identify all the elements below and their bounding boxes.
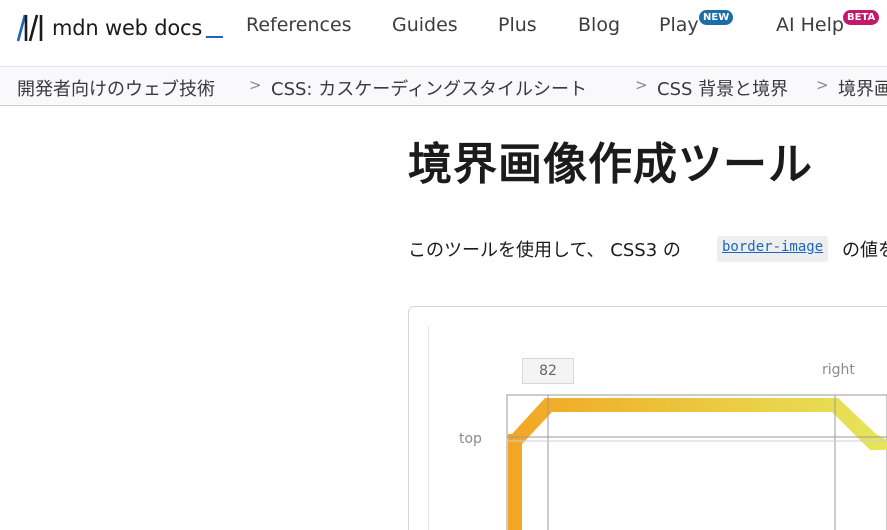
intro-text: このツールを使用して、 CSS3 の: [408, 240, 681, 261]
border-image-shape: [508, 398, 887, 530]
beta-badge: BETA: [843, 10, 880, 25]
logo-text: mdn web docs: [52, 16, 203, 40]
border-image-preview[interactable]: [500, 390, 887, 530]
nav-ai-help[interactable]: AI Help: [776, 14, 844, 36]
border-image-code-link[interactable]: border-image: [717, 236, 829, 262]
nav-guides[interactable]: Guides: [392, 14, 458, 36]
top-header: mdn web docs References Guides Plus Blog…: [0, 0, 887, 52]
nav-play[interactable]: Play: [659, 14, 699, 36]
label-top: top: [459, 431, 482, 447]
chevron-right-icon: >: [249, 76, 262, 94]
nav-plus[interactable]: Plus: [498, 14, 537, 36]
breadcrumb-item-css[interactable]: CSS: カスケーディングスタイルシート: [271, 75, 587, 101]
label-right: right: [822, 362, 855, 378]
mdn-logo-icon: [16, 14, 43, 42]
chevron-right-icon: >: [816, 76, 829, 94]
tool-divider: [428, 326, 429, 530]
breadcrumb-item-web-tech[interactable]: 開発者向けのウェブ技術: [17, 75, 215, 101]
breadcrumb-item-backgrounds-borders[interactable]: CSS 背景と境界: [657, 75, 788, 101]
chevron-right-icon: >: [635, 76, 648, 94]
preview-outline: [506, 394, 887, 530]
breadcrumb: 開発者向けのウェブ技術 > CSS: カスケーディングスタイルシート > CSS…: [0, 66, 887, 106]
nav-references[interactable]: References: [246, 14, 352, 36]
logo-cursor: [206, 36, 224, 38]
intro-text-tail: の値を: [842, 240, 887, 261]
mdn-logo[interactable]: mdn web docs: [16, 12, 224, 44]
breadcrumb-item-current[interactable]: 境界画: [838, 75, 887, 101]
nav-blog[interactable]: Blog: [578, 14, 620, 36]
new-badge: NEW: [699, 10, 734, 25]
page-title: 境界画像作成ツール: [408, 139, 813, 190]
slice-value-input[interactable]: 82: [522, 358, 574, 384]
